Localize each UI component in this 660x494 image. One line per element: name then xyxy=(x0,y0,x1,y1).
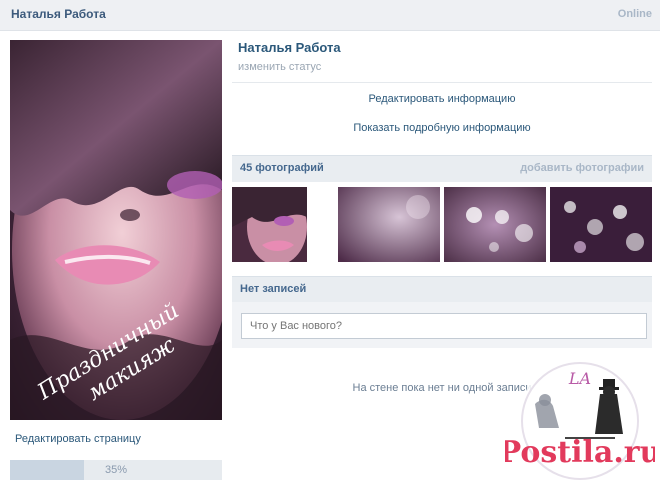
top-bar: Наталья Работа Online xyxy=(0,0,660,31)
profile-avatar[interactable]: Праздничный макияж xyxy=(10,40,222,420)
add-photos-link[interactable]: добавить фотографии xyxy=(520,162,644,174)
change-status-link[interactable]: изменить статус xyxy=(238,61,321,73)
wall-post-box xyxy=(232,302,652,348)
postila-logo: LA Postila.ru xyxy=(499,359,660,483)
show-details-link[interactable]: Показать подробную информацию xyxy=(232,122,652,134)
header-user-name[interactable]: Наталья Работа xyxy=(11,7,106,21)
photo-thumbnails xyxy=(232,187,652,262)
online-status: Online xyxy=(617,8,652,20)
postila-watermark: LA Postila.ru xyxy=(499,354,660,489)
divider xyxy=(232,82,652,83)
watermark-site: Postila.ru xyxy=(505,435,655,470)
edit-info-link[interactable]: Редактировать информацию xyxy=(232,93,652,105)
edit-page-link[interactable]: Редактировать страницу xyxy=(15,433,141,445)
wall-header-title: Нет записей xyxy=(240,283,307,295)
avatar-image: Праздничный макияж xyxy=(10,40,222,420)
wall-header: Нет записей xyxy=(232,276,652,303)
photo-thumbnail[interactable] xyxy=(232,187,307,262)
progress-percentage: 35% xyxy=(104,464,128,476)
photo-1-image xyxy=(232,187,307,262)
photo-3-image xyxy=(444,187,546,262)
photo-thumbnail[interactable] xyxy=(444,187,546,262)
wall-post-input[interactable] xyxy=(241,313,647,339)
profile-completeness-bar: 35% xyxy=(10,460,222,480)
photos-header: 45 фотографий добавить фотографии xyxy=(232,155,652,182)
profile-name: Наталья Работа xyxy=(238,40,341,55)
photo-2-image xyxy=(338,187,440,262)
photo-4-image xyxy=(550,187,652,262)
photos-count[interactable]: 45 фотографий xyxy=(240,162,324,174)
photo-thumbnail[interactable] xyxy=(338,187,440,262)
photo-thumbnail[interactable] xyxy=(550,187,652,262)
watermark-monogram: LA xyxy=(568,369,591,388)
